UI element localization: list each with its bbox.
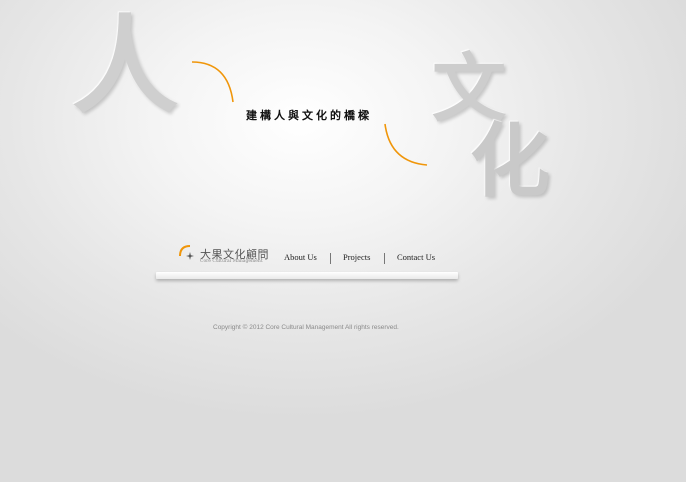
logo-subtitle: Core Cultural Management	[200, 259, 263, 264]
brand-logo[interactable]: 大果文化顧問 Core Cultural Management	[178, 244, 274, 268]
copyright-text: Copyright © 2012 Core Cultural Managemen…	[213, 324, 399, 331]
orange-arc-bottom-decoration	[384, 123, 428, 166]
nav-projects[interactable]: Projects	[343, 252, 370, 262]
tagline: 建構人與文化的橋樑	[246, 109, 372, 122]
nav-about-us[interactable]: About Us	[284, 252, 317, 262]
decorative-character-ren: 人	[72, 5, 178, 128]
nav-separator	[330, 253, 331, 264]
decorative-character-hua: 化	[470, 115, 550, 208]
orange-arc-top-decoration	[191, 61, 234, 103]
nav-contact-us[interactable]: Contact Us	[397, 252, 435, 262]
nav-separator	[384, 253, 385, 264]
nav-underline-bar	[156, 272, 458, 279]
core-logo-icon	[179, 245, 194, 260]
